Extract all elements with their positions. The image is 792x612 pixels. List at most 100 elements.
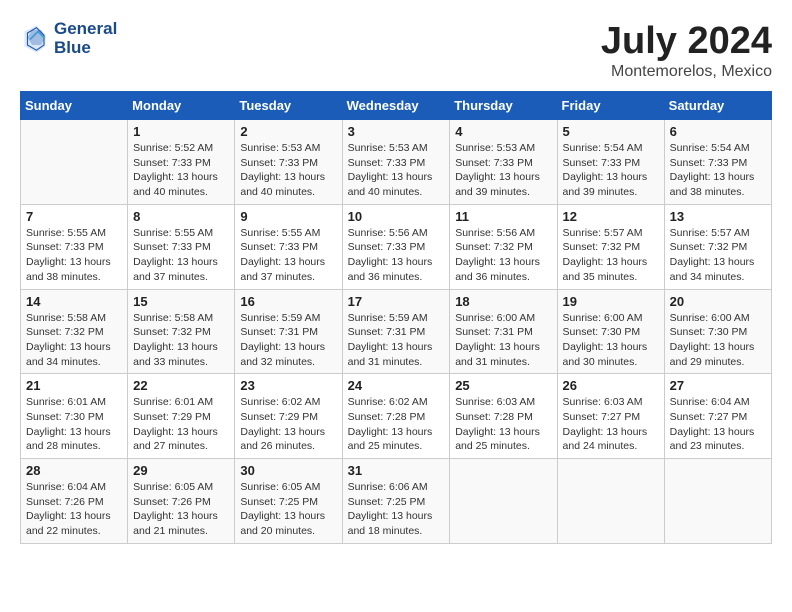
- calendar-cell: 3 Sunrise: 5:53 AMSunset: 7:33 PMDaylight…: [342, 120, 450, 205]
- calendar-cell: 6 Sunrise: 5:54 AMSunset: 7:33 PMDaylight…: [664, 120, 771, 205]
- day-info: Sunrise: 5:59 AMSunset: 7:31 PMDaylight:…: [240, 311, 336, 370]
- calendar-cell: 13 Sunrise: 5:57 AMSunset: 7:32 PMDayligh…: [664, 204, 771, 289]
- day-info: Sunrise: 5:55 AMSunset: 7:33 PMDaylight:…: [26, 226, 122, 285]
- day-info: Sunrise: 5:54 AMSunset: 7:33 PMDaylight:…: [670, 141, 766, 200]
- day-info: Sunrise: 6:05 AMSunset: 7:25 PMDaylight:…: [240, 480, 336, 539]
- day-info: Sunrise: 5:54 AMSunset: 7:33 PMDaylight:…: [563, 141, 659, 200]
- calendar-cell: 17Sunrise: 5:59 AMSunset: 7:31 PMDayligh…: [342, 289, 450, 374]
- day-info: Sunrise: 6:04 AMSunset: 7:26 PMDaylight:…: [26, 480, 122, 539]
- day-info: Sunrise: 6:04 AMSunset: 7:27 PMDaylight:…: [670, 395, 766, 454]
- day-number: 18: [455, 294, 551, 309]
- week-row-2: 7 Sunrise: 5:55 AMSunset: 7:33 PMDaylight…: [21, 204, 772, 289]
- calendar-cell: 30 Sunrise: 6:05 AMSunset: 7:25 PMDayligh…: [235, 459, 342, 544]
- day-number: 16: [240, 294, 336, 309]
- calendar-body: 1 Sunrise: 5:52 AMSunset: 7:33 PMDaylight…: [21, 120, 772, 544]
- day-info: Sunrise: 6:02 AMSunset: 7:28 PMDaylight:…: [348, 395, 445, 454]
- day-info: Sunrise: 5:56 AMSunset: 7:32 PMDaylight:…: [455, 226, 551, 285]
- day-number: 6: [670, 124, 766, 139]
- header-cell-thursday: Thursday: [450, 92, 557, 120]
- day-number: 14: [26, 294, 122, 309]
- day-info: Sunrise: 5:58 AMSunset: 7:32 PMDaylight:…: [26, 311, 122, 370]
- day-number: 1: [133, 124, 229, 139]
- day-info: Sunrise: 6:01 AMSunset: 7:30 PMDaylight:…: [26, 395, 122, 454]
- calendar-cell: 8 Sunrise: 5:55 AMSunset: 7:33 PMDaylight…: [128, 204, 235, 289]
- week-row-5: 28 Sunrise: 6:04 AMSunset: 7:26 PMDayligh…: [21, 459, 772, 544]
- calendar-cell: [557, 459, 664, 544]
- header-cell-tuesday: Tuesday: [235, 92, 342, 120]
- calendar-cell: 29 Sunrise: 6:05 AMSunset: 7:26 PMDayligh…: [128, 459, 235, 544]
- header: General Blue July 2024 Montemorelos, Mex…: [20, 20, 772, 81]
- day-number: 2: [240, 124, 336, 139]
- calendar-cell: 26Sunrise: 6:03 AMSunset: 7:27 PMDayligh…: [557, 374, 664, 459]
- day-number: 27: [670, 378, 766, 393]
- calendar-cell: 23 Sunrise: 6:02 AMSunset: 7:29 PMDayligh…: [235, 374, 342, 459]
- day-info: Sunrise: 6:06 AMSunset: 7:25 PMDaylight:…: [348, 480, 445, 539]
- week-row-4: 21 Sunrise: 6:01 AMSunset: 7:30 PMDayligh…: [21, 374, 772, 459]
- calendar-cell: 2 Sunrise: 5:53 AMSunset: 7:33 PMDaylight…: [235, 120, 342, 205]
- header-cell-wednesday: Wednesday: [342, 92, 450, 120]
- day-info: Sunrise: 5:58 AMSunset: 7:32 PMDaylight:…: [133, 311, 229, 370]
- calendar-cell: 20 Sunrise: 6:00 AMSunset: 7:30 PMDayligh…: [664, 289, 771, 374]
- day-number: 22: [133, 378, 229, 393]
- calendar-cell: [664, 459, 771, 544]
- day-info: Sunrise: 6:00 AMSunset: 7:30 PMDaylight:…: [670, 311, 766, 370]
- day-info: Sunrise: 5:56 AMSunset: 7:33 PMDaylight:…: [348, 226, 445, 285]
- calendar-cell: 28 Sunrise: 6:04 AMSunset: 7:26 PMDayligh…: [21, 459, 128, 544]
- header-row: SundayMondayTuesdayWednesdayThursdayFrid…: [21, 92, 772, 120]
- day-number: 21: [26, 378, 122, 393]
- header-cell-sunday: Sunday: [21, 92, 128, 120]
- day-info: Sunrise: 6:05 AMSunset: 7:26 PMDaylight:…: [133, 480, 229, 539]
- day-info: Sunrise: 6:00 AMSunset: 7:31 PMDaylight:…: [455, 311, 551, 370]
- calendar-cell: 15 Sunrise: 5:58 AMSunset: 7:32 PMDayligh…: [128, 289, 235, 374]
- calendar-cell: 16 Sunrise: 5:59 AMSunset: 7:31 PMDayligh…: [235, 289, 342, 374]
- calendar-header: SundayMondayTuesdayWednesdayThursdayFrid…: [21, 92, 772, 120]
- day-number: 23: [240, 378, 336, 393]
- day-info: Sunrise: 6:03 AMSunset: 7:27 PMDaylight:…: [563, 395, 659, 454]
- calendar-cell: 24 Sunrise: 6:02 AMSunset: 7:28 PMDayligh…: [342, 374, 450, 459]
- day-number: 19: [563, 294, 659, 309]
- calendar-cell: 10 Sunrise: 5:56 AMSunset: 7:33 PMDayligh…: [342, 204, 450, 289]
- day-number: 24: [348, 378, 445, 393]
- day-number: 20: [670, 294, 766, 309]
- day-info: Sunrise: 6:00 AMSunset: 7:30 PMDaylight:…: [563, 311, 659, 370]
- calendar-cell: [21, 120, 128, 205]
- day-number: 13: [670, 209, 766, 224]
- day-number: 8: [133, 209, 229, 224]
- week-row-1: 1 Sunrise: 5:52 AMSunset: 7:33 PMDaylight…: [21, 120, 772, 205]
- calendar-cell: 19 Sunrise: 6:00 AMSunset: 7:30 PMDayligh…: [557, 289, 664, 374]
- day-number: 3: [348, 124, 445, 139]
- day-number: 17: [348, 294, 445, 309]
- calendar-cell: 11Sunrise: 5:56 AMSunset: 7:32 PMDayligh…: [450, 204, 557, 289]
- day-info: Sunrise: 5:55 AMSunset: 7:33 PMDaylight:…: [240, 226, 336, 285]
- week-row-3: 14 Sunrise: 5:58 AMSunset: 7:32 PMDayligh…: [21, 289, 772, 374]
- day-number: 4: [455, 124, 551, 139]
- calendar-table: SundayMondayTuesdayWednesdayThursdayFrid…: [20, 91, 772, 544]
- calendar-cell: 5Sunrise: 5:54 AMSunset: 7:33 PMDaylight…: [557, 120, 664, 205]
- calendar-cell: [450, 459, 557, 544]
- logo-text: General Blue: [54, 20, 117, 57]
- day-number: 9: [240, 209, 336, 224]
- day-info: Sunrise: 5:53 AMSunset: 7:33 PMDaylight:…: [240, 141, 336, 200]
- day-info: Sunrise: 5:52 AMSunset: 7:33 PMDaylight:…: [133, 141, 229, 200]
- calendar-cell: 27 Sunrise: 6:04 AMSunset: 7:27 PMDayligh…: [664, 374, 771, 459]
- day-number: 29: [133, 463, 229, 478]
- sub-title: Montemorelos, Mexico: [601, 63, 772, 81]
- day-number: 28: [26, 463, 122, 478]
- calendar-cell: 12Sunrise: 5:57 AMSunset: 7:32 PMDayligh…: [557, 204, 664, 289]
- header-cell-monday: Monday: [128, 92, 235, 120]
- day-info: Sunrise: 5:53 AMSunset: 7:33 PMDaylight:…: [348, 141, 445, 200]
- day-number: 15: [133, 294, 229, 309]
- day-info: Sunrise: 5:53 AMSunset: 7:33 PMDaylight:…: [455, 141, 551, 200]
- day-info: Sunrise: 5:57 AMSunset: 7:32 PMDaylight:…: [670, 226, 766, 285]
- day-number: 12: [563, 209, 659, 224]
- day-number: 10: [348, 209, 445, 224]
- title-area: July 2024 Montemorelos, Mexico: [601, 20, 772, 81]
- calendar-cell: 18 Sunrise: 6:00 AMSunset: 7:31 PMDayligh…: [450, 289, 557, 374]
- day-number: 7: [26, 209, 122, 224]
- calendar-cell: 22Sunrise: 6:01 AMSunset: 7:29 PMDayligh…: [128, 374, 235, 459]
- day-number: 25: [455, 378, 551, 393]
- day-number: 30: [240, 463, 336, 478]
- header-cell-saturday: Saturday: [664, 92, 771, 120]
- day-info: Sunrise: 6:02 AMSunset: 7:29 PMDaylight:…: [240, 395, 336, 454]
- day-info: Sunrise: 5:55 AMSunset: 7:33 PMDaylight:…: [133, 226, 229, 285]
